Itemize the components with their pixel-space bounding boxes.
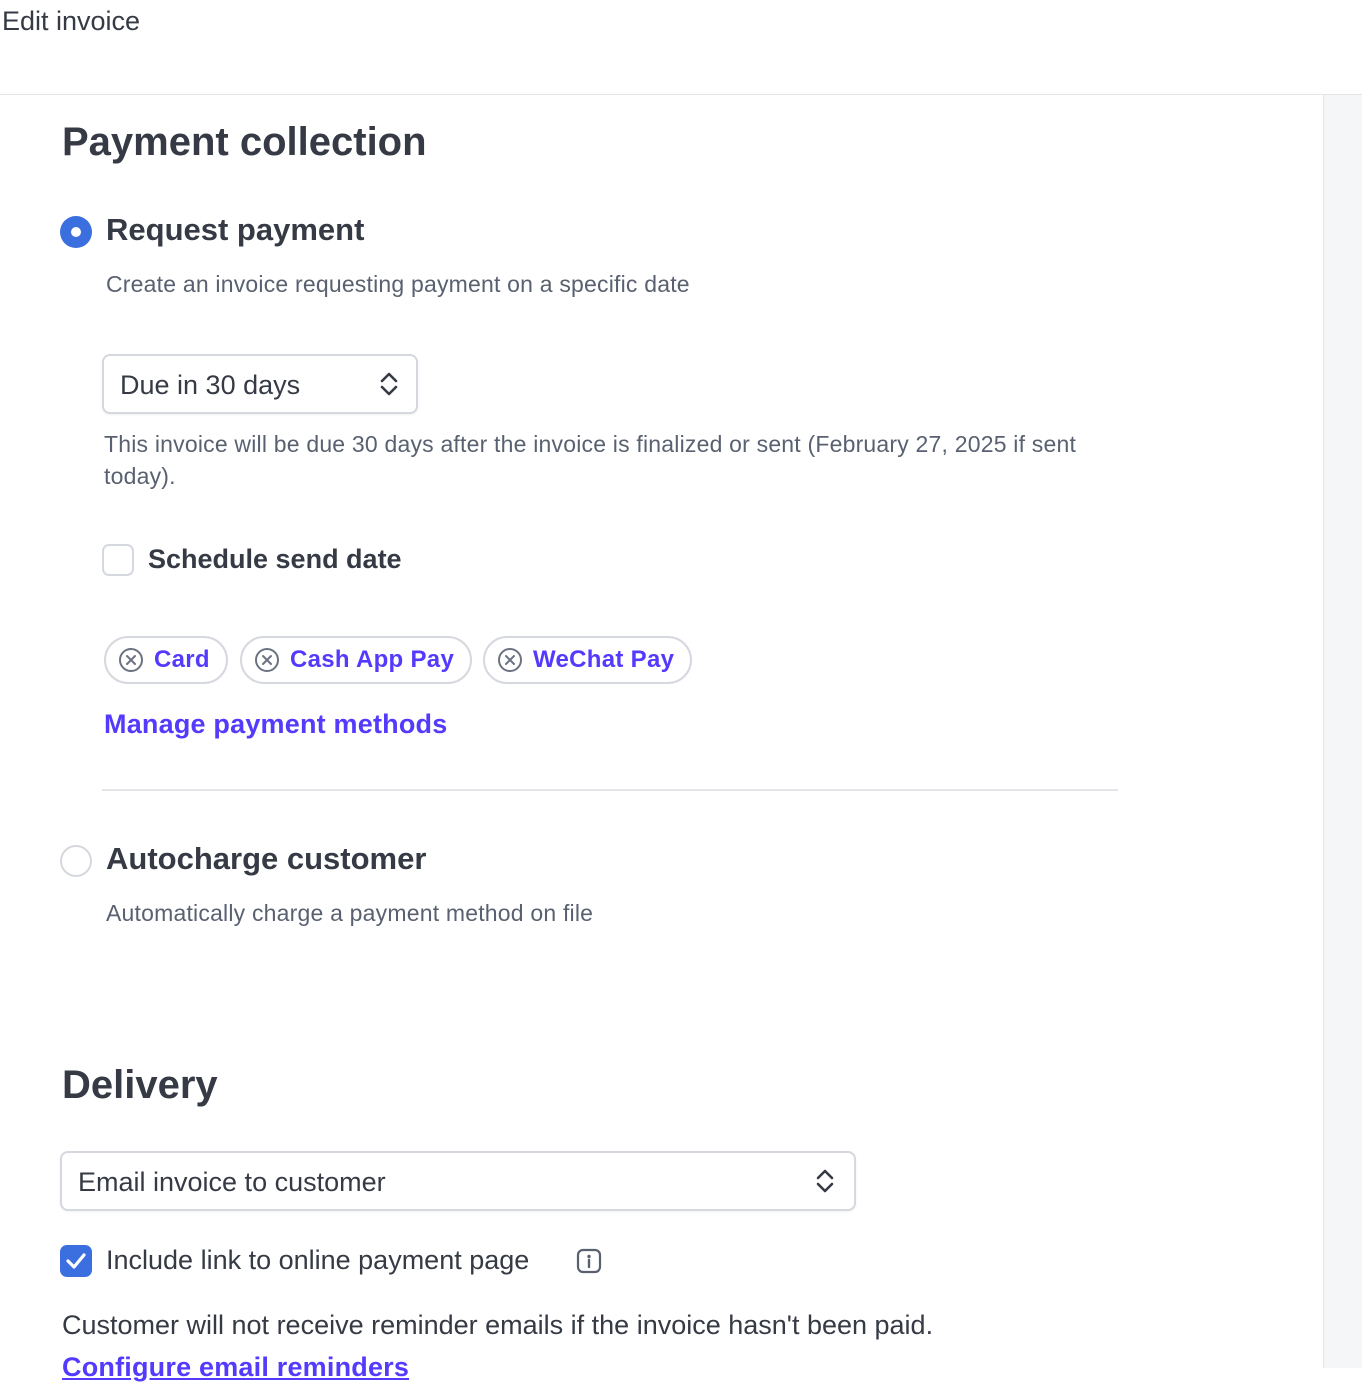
top-bar: Edit invoice bbox=[0, 0, 1362, 95]
window-title: Edit invoice bbox=[2, 6, 141, 36]
payment-method-label: WeChat Pay bbox=[533, 646, 675, 673]
payment-method-pill-wechat-pay[interactable]: WeChat Pay bbox=[483, 636, 693, 684]
payment-method-pill-cash-app-pay[interactable]: Cash App Pay bbox=[240, 636, 473, 684]
reminder-note: Customer will not receive reminder email… bbox=[62, 1310, 934, 1340]
schedule-send-date-checkbox[interactable] bbox=[102, 544, 134, 576]
due-date-select-value: Due in 30 days bbox=[120, 370, 301, 400]
delivery-method-select[interactable]: Email invoice to customer bbox=[60, 1151, 856, 1211]
due-date-helper-text: This invoice will be due 30 days after t… bbox=[104, 431, 1077, 489]
remove-circle-icon[interactable] bbox=[118, 647, 144, 673]
payment-collection-heading: Payment collection bbox=[62, 120, 427, 164]
checkmark-icon bbox=[66, 1253, 86, 1269]
payment-method-pill-card[interactable]: Card bbox=[104, 636, 228, 684]
delivery-method-select-value: Email invoice to customer bbox=[78, 1167, 386, 1197]
remove-circle-icon[interactable] bbox=[497, 647, 523, 673]
payment-method-label: Card bbox=[154, 646, 210, 673]
manage-payment-methods-link[interactable]: Manage payment methods bbox=[104, 709, 447, 740]
request-payment-title[interactable]: Request payment bbox=[106, 212, 364, 248]
divider bbox=[102, 789, 1118, 791]
remove-circle-icon[interactable] bbox=[254, 647, 280, 673]
schedule-send-date-label[interactable]: Schedule send date bbox=[148, 544, 402, 575]
preview-panel-edge bbox=[1323, 95, 1362, 1368]
delivery-heading: Delivery bbox=[62, 1063, 218, 1107]
autocharge-customer-radio[interactable] bbox=[60, 845, 92, 877]
info-icon[interactable] bbox=[576, 1248, 602, 1274]
include-payment-link-label[interactable]: Include link to online payment page bbox=[106, 1245, 529, 1276]
include-payment-link-checkbox[interactable] bbox=[60, 1245, 92, 1277]
chevron-up-down-icon bbox=[816, 1169, 834, 1193]
request-payment-radio[interactable] bbox=[60, 216, 92, 248]
due-date-select[interactable]: Due in 30 days bbox=[102, 354, 418, 414]
chevron-up-down-icon bbox=[380, 372, 398, 396]
request-payment-description: Create an invoice requesting payment on … bbox=[106, 271, 690, 297]
autocharge-customer-title[interactable]: Autocharge customer bbox=[106, 841, 426, 877]
autocharge-customer-description: Automatically charge a payment method on… bbox=[106, 900, 594, 926]
payment-method-label: Cash App Pay bbox=[290, 646, 455, 673]
